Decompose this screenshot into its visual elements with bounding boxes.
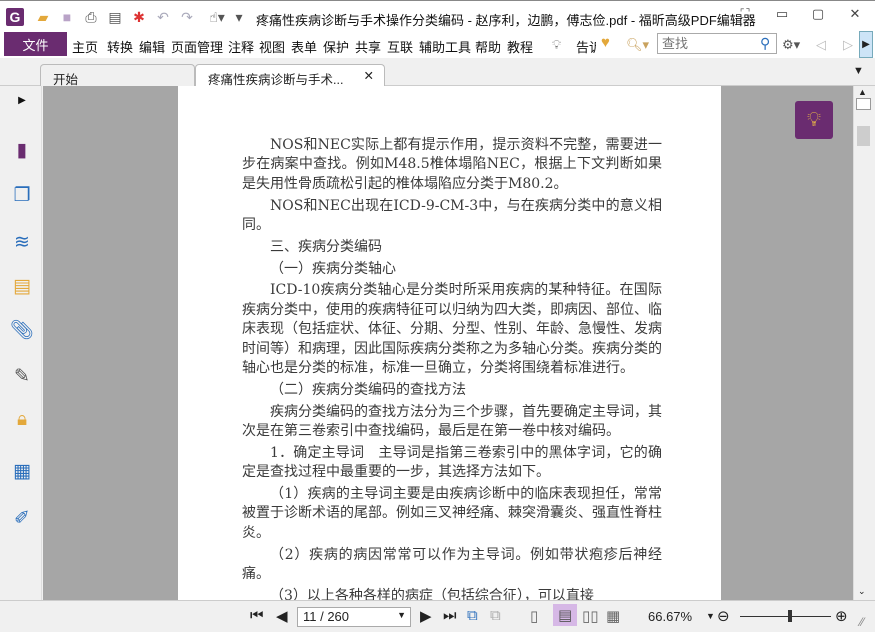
search-icon[interactable]: ⚲	[760, 35, 770, 52]
menu-help[interactable]: 帮助	[475, 37, 501, 56]
tab-list-dropdown-icon[interactable]: ▼	[853, 65, 864, 77]
lightbulb-icon[interactable]: 💡︎	[552, 37, 561, 53]
navigation-sidebar: ▶ ▮ ❐ ≋ ▤ 📎︎ ✎ 🔒︎ ▦ ✐	[0, 86, 42, 600]
paragraph: 疾病分类编码的查找方法分为三个步骤，首先要确定主导词，其次是在第三卷索引中查找编…	[242, 403, 662, 440]
undo-icon[interactable]: ↶	[154, 8, 172, 26]
layers-icon[interactable]: ≋	[10, 230, 34, 254]
tab-document[interactable]: 疼痛性疾病诊断与手术... ✕	[195, 64, 385, 87]
tab-document-label: 疼痛性疾病诊断与手术...	[208, 73, 344, 87]
pdf-page: NOS和NEC实际上都有提示作用，提示资料不完整，需要进一步在病案中查找。例如M…	[178, 86, 721, 600]
file-menu-button[interactable]: 文件	[4, 32, 67, 56]
redo-icon[interactable]: ↷	[178, 8, 196, 26]
paragraph: （3）以上各种各样的病症（包括综合征），可以直接	[270, 587, 594, 600]
paragraph: NOS和NEC实际上都有提示作用，提示资料不完整，需要进一步在病案中查找。例如M…	[242, 137, 662, 192]
paragraph: 1．确定主导词 主导词是指第三卷索引中的黑体字词，它的确定是查找过程中最重要的一…	[242, 444, 662, 481]
continuous-facing-icon[interactable]: ▦	[606, 607, 620, 625]
menu-page-management[interactable]: 页面管理	[171, 37, 223, 56]
previous-page-icon[interactable]: ◀	[276, 607, 288, 625]
paragraph: NOS和NEC出现在ICD-9-CM-3中，与在疾病分类中的意义相同。	[242, 197, 662, 234]
section-heading: 三、疾病分类编码	[270, 238, 382, 255]
scroll-down-icon[interactable]: ⌄	[858, 586, 866, 597]
settings-gear-icon[interactable]: ⚙▾	[782, 37, 800, 53]
title-bar: G ▰ ■ ⎙ ▤ ✱ ↶ ↷ ☝▾ ▾ 疼痛性疾病诊断与手术操作分类编码 - …	[0, 0, 875, 31]
menu-tutorial[interactable]: 教程	[507, 37, 533, 56]
scroll-up-icon[interactable]: ▲	[858, 87, 867, 97]
vertical-scrollbar[interactable]: ▲ ⌄	[853, 86, 872, 600]
customize-toolbar-icon[interactable]: ▾	[230, 8, 248, 26]
tab-start[interactable]: 开始	[40, 64, 195, 87]
single-page-icon[interactable]: ▯	[530, 607, 538, 625]
zoom-slider[interactable]	[740, 616, 831, 617]
window-title: 疼痛性疾病诊断与手术操作分类编码 - 赵序利，边鹏，傅志俭.pdf - 福昕高级…	[256, 13, 756, 28]
menu-form[interactable]: 表单	[291, 37, 317, 56]
ribbon-menu-bar: 文件 主页 转换 编辑 页面管理 注释 视图 表单 保护 共享 互联 辅助工具 …	[0, 31, 875, 58]
open-folder-icon[interactable]: ▰	[34, 8, 52, 26]
resize-grip-icon[interactable]: ⁄⁄	[860, 615, 864, 629]
previous-view-icon[interactable]: ⧉	[467, 607, 478, 624]
menu-view[interactable]: 视图	[259, 37, 285, 56]
menu-share[interactable]: 共享	[355, 37, 381, 56]
scrollbar-thumb[interactable]	[857, 126, 870, 146]
tab-start-label: 开始	[53, 73, 79, 87]
facing-pages-icon[interactable]: ▯▯	[582, 607, 599, 625]
tab-bar: 开始 疼痛性疾病诊断与手术... ✕ ▼	[0, 58, 875, 87]
status-bar: ⏮ ◀ 11 / 260 ▼ ▶ ⏭ ⧉ ⧉ ▯ ▤ ▯▯ ▦ 66.67% ▼ …	[0, 600, 875, 632]
search-input[interactable]	[657, 33, 777, 54]
next-view-icon[interactable]: ⧉	[490, 607, 501, 624]
menu-connect[interactable]: 互联	[387, 37, 413, 56]
security-lock-icon[interactable]: 🔒︎	[10, 408, 34, 432]
zoom-level[interactable]: 66.67%	[648, 609, 692, 624]
paragraph: （2）疾病的病因常常可以作为主导词。例如带状疱疹后神经痛。	[242, 546, 662, 583]
close-button[interactable]: ✕	[845, 6, 865, 24]
find-options-icon[interactable]: 🔍︎▾	[626, 37, 649, 53]
paragraph: ICD-10疾病分类轴心是分类时所采用疾病的某种特征。在国际疾病分类中，使用的疾…	[242, 282, 662, 377]
minimize-button[interactable]: ▭	[772, 6, 792, 24]
attachments-paperclip-icon[interactable]: 📎︎	[10, 318, 34, 342]
ribbon-scroll-right-icon[interactable]: ▷	[843, 37, 853, 53]
close-tab-icon[interactable]: ✕	[364, 68, 374, 83]
bookmark-icon[interactable]: ▮	[10, 138, 34, 162]
menu-convert[interactable]: 转换	[107, 37, 133, 56]
menu-protect[interactable]: 保护	[323, 37, 349, 56]
comments-icon[interactable]: ▤	[10, 274, 34, 298]
zoom-out-icon[interactable]: ⊖	[717, 607, 730, 625]
zoom-in-icon[interactable]: ⊕	[835, 607, 848, 625]
content-panel-icon[interactable]: ▦	[10, 459, 34, 483]
tips-lightbulb-button[interactable]: 💡︎	[795, 101, 833, 139]
first-page-icon[interactable]: ⏮	[250, 607, 264, 624]
page-text: NOS和NEC实际上都有提示作用，提示资料不完整，需要进一步在病案中查找。例如M…	[242, 136, 662, 600]
paragraph: （1）疾病的主导词主要是由疾病诊断中的临床表现担任，常常被置于诊断术语的尾部。例…	[242, 486, 662, 541]
expand-panel-icon[interactable]: ▶	[10, 88, 34, 112]
last-page-icon[interactable]: ⏭	[443, 607, 457, 624]
menu-edit[interactable]: 编辑	[139, 37, 165, 56]
hand-tool-dropdown-icon[interactable]: ☝▾	[202, 8, 232, 26]
subsection-heading: （一）疾病分类轴心	[270, 260, 396, 277]
zoom-slider-thumb[interactable]	[788, 610, 793, 622]
next-page-icon[interactable]: ▶	[420, 607, 432, 625]
zoom-dropdown-icon[interactable]: ▼	[706, 611, 715, 621]
pages-thumbnail-icon[interactable]: ❐	[10, 183, 34, 207]
app-logo-icon: G	[6, 8, 24, 26]
maximize-button[interactable]: ▢	[808, 6, 828, 24]
subsection-heading: （二）疾病分类编码的查找方法	[270, 381, 466, 398]
favorite-heart-icon[interactable]: ♥	[601, 34, 610, 51]
page-number-value: 11 / 260	[303, 609, 350, 624]
page-number-input[interactable]: 11 / 260 ▼	[297, 607, 411, 627]
menu-home[interactable]: 主页	[72, 37, 98, 56]
tell-me-label[interactable]: 告诉	[576, 37, 596, 56]
continuous-page-icon[interactable]: ▤	[553, 604, 578, 626]
certificate-icon[interactable]: ✐	[10, 506, 34, 530]
properties-icon[interactable]: ▤	[106, 8, 124, 26]
menu-accessibility[interactable]: 辅助工具	[419, 37, 471, 56]
save-icon[interactable]: ■	[58, 8, 76, 26]
ribbon-expand-button[interactable]: ▶	[859, 31, 873, 58]
menu-comment[interactable]: 注释	[228, 37, 254, 56]
document-viewer: NOS和NEC实际上都有提示作用，提示资料不完整，需要进一步在病案中查找。例如M…	[43, 86, 853, 600]
new-document-icon[interactable]: ✱	[130, 8, 148, 26]
fullscreen-icon[interactable]: ⛶	[735, 6, 755, 24]
print-icon[interactable]: ⎙	[82, 8, 100, 26]
split-handle[interactable]	[856, 98, 871, 110]
digital-signature-icon[interactable]: ✎	[10, 364, 34, 388]
ribbon-scroll-left-icon[interactable]: ◁	[816, 37, 826, 53]
